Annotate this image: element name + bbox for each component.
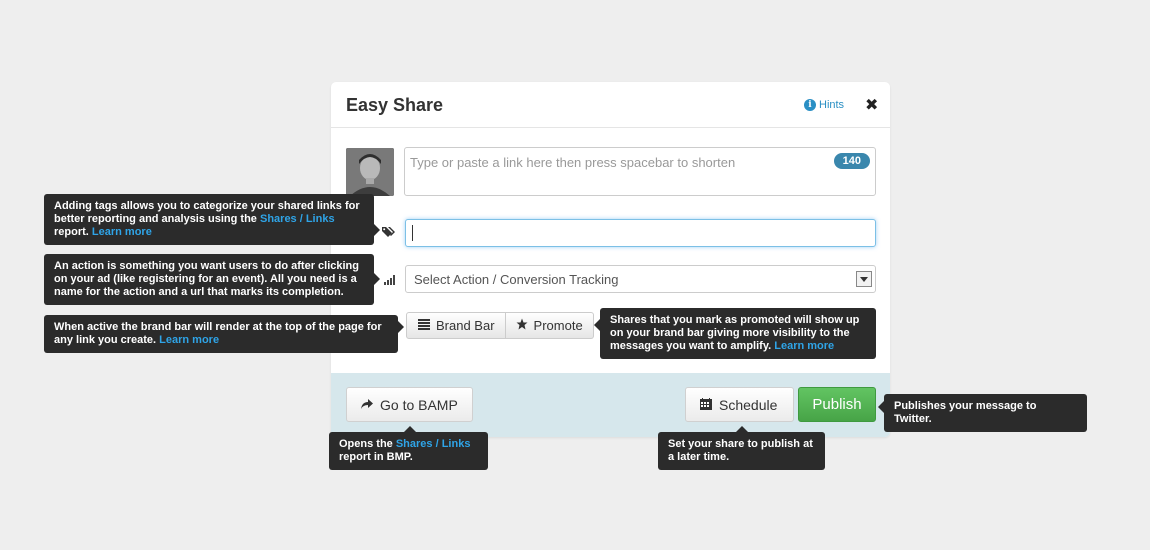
publish-tooltip: Publishes your message to Twitter. — [878, 394, 1087, 432]
schedule-label: Schedule — [719, 396, 778, 413]
calendar-icon — [700, 397, 712, 413]
tags-tooltip-text-2: report. — [54, 226, 92, 238]
link-input-placeholder: Type or paste a link here then press spa… — [410, 155, 736, 170]
go-to-bamp-label: Go to BAMP — [380, 396, 458, 413]
publish-button[interactable]: Publish — [798, 387, 876, 422]
tags-input[interactable] — [405, 219, 876, 247]
avatar — [346, 148, 394, 196]
brand-learn-more-link[interactable]: Learn more — [159, 334, 219, 346]
action-tooltip-text: An action is something you want users to… — [54, 260, 359, 298]
shares-links-link[interactable]: Shares / Links — [260, 213, 335, 225]
publish-tooltip-text: Publishes your message to Twitter. — [894, 400, 1037, 425]
promote-label: Promote — [533, 318, 583, 333]
schedule-tooltip-text: Set your share to publish at a later tim… — [668, 438, 813, 463]
share-options-toggle-group: Brand Bar Promote — [406, 312, 594, 339]
brand-bar-tooltip: When active the brand bar will render at… — [44, 315, 404, 353]
promote-learn-more-link[interactable]: Learn more — [774, 340, 834, 352]
hints-label: Hints — [819, 99, 845, 111]
brand-bar-button[interactable]: Brand Bar — [406, 312, 506, 339]
dialog-title: Easy Share — [346, 95, 444, 115]
close-icon[interactable]: ✖ — [865, 95, 878, 115]
promote-tooltip: Shares that you mark as promoted will sh… — [594, 308, 876, 359]
list-icon — [418, 318, 430, 333]
link-input[interactable]: Type or paste a link here then press spa… — [404, 147, 876, 196]
star-icon — [516, 318, 528, 333]
char-count-badge: 140 — [833, 153, 870, 169]
schedule-tooltip: Set your share to publish at a later tim… — [658, 426, 825, 470]
chevron-down-icon[interactable] — [856, 271, 872, 287]
go-to-bamp-tooltip-text: Opens the — [339, 438, 396, 450]
action-select[interactable]: Select Action / Conversion Tracking — [405, 265, 876, 293]
easy-share-dialog: Easy Share i Hints ✖ Type or paste a lin… — [331, 82, 890, 437]
tags-learn-more-link[interactable]: Learn more — [92, 226, 152, 238]
promote-button[interactable]: Promote — [505, 312, 594, 339]
goto-shares-links-link[interactable]: Shares / Links — [396, 438, 471, 450]
brand-bar-label: Brand Bar — [436, 318, 495, 333]
action-tooltip: An action is something you want users to… — [44, 254, 380, 305]
info-icon: i — [804, 99, 816, 111]
action-select-value: Select Action / Conversion Tracking — [414, 272, 619, 287]
go-to-bamp-tooltip: Opens the Shares / Links report in BMP. — [329, 426, 488, 470]
go-to-bamp-tooltip-text-2: report in BMP. — [339, 451, 413, 463]
tags-tooltip: Adding tags allows you to categorize you… — [44, 194, 380, 245]
go-to-bamp-button[interactable]: Go to BAMP — [346, 387, 473, 422]
text-caret — [412, 225, 413, 241]
dialog-header: Easy Share i Hints ✖ — [331, 82, 890, 128]
publish-label: Publish — [812, 396, 862, 413]
share-arrow-icon — [361, 397, 373, 413]
schedule-button[interactable]: Schedule — [685, 387, 794, 422]
hints-link[interactable]: i Hints — [804, 99, 844, 111]
